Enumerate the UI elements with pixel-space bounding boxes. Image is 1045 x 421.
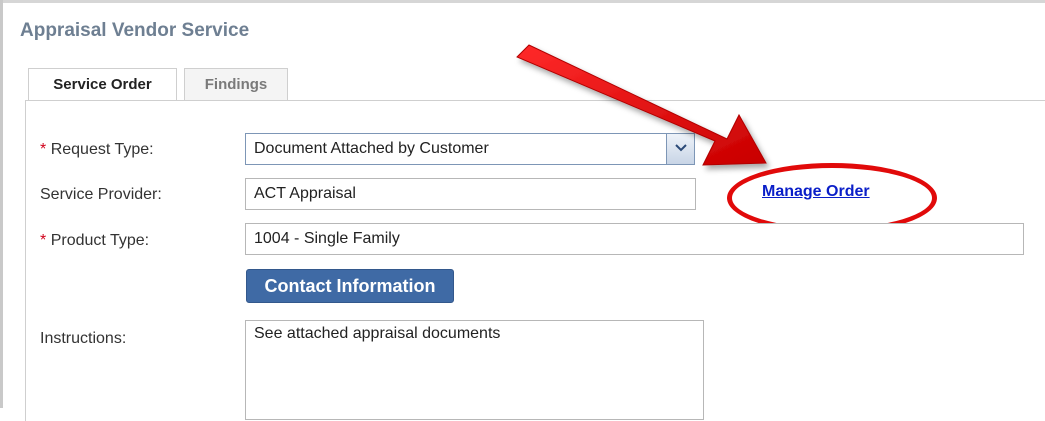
product-type-label-text: Product Type: [50, 232, 150, 249]
tab-service-order[interactable]: Service Order [28, 68, 177, 102]
tab-findings[interactable]: Findings [184, 68, 288, 100]
contact-information-button[interactable]: Contact Information [246, 269, 454, 303]
request-type-value: Document Attached by Customer [254, 140, 489, 157]
service-provider-label: Service Provider: [40, 186, 162, 203]
app-window: Appraisal Vendor Service Service Order F… [0, 0, 1045, 421]
product-type-field[interactable]: 1004 - Single Family [245, 223, 1024, 255]
request-type-label-text: Request Type: [50, 141, 154, 158]
manage-order-link[interactable]: Manage Order [762, 183, 870, 201]
required-marker: * [40, 232, 47, 249]
product-type-label: * Product Type: [40, 232, 149, 250]
request-type-select[interactable]: Document Attached by Customer [245, 133, 695, 165]
service-provider-value: ACT Appraisal [254, 185, 356, 202]
service-provider-field[interactable]: ACT Appraisal [245, 178, 696, 210]
chevron-down-icon[interactable] [666, 134, 694, 164]
instructions-textarea[interactable]: See attached appraisal documents [245, 320, 704, 420]
instructions-label: Instructions: [40, 330, 127, 347]
product-type-value: 1004 - Single Family [254, 230, 400, 247]
instructions-value: See attached appraisal documents [254, 325, 501, 342]
request-type-label: * Request Type: [40, 141, 154, 159]
required-marker: * [40, 141, 47, 158]
page-title: Appraisal Vendor Service [20, 20, 250, 41]
